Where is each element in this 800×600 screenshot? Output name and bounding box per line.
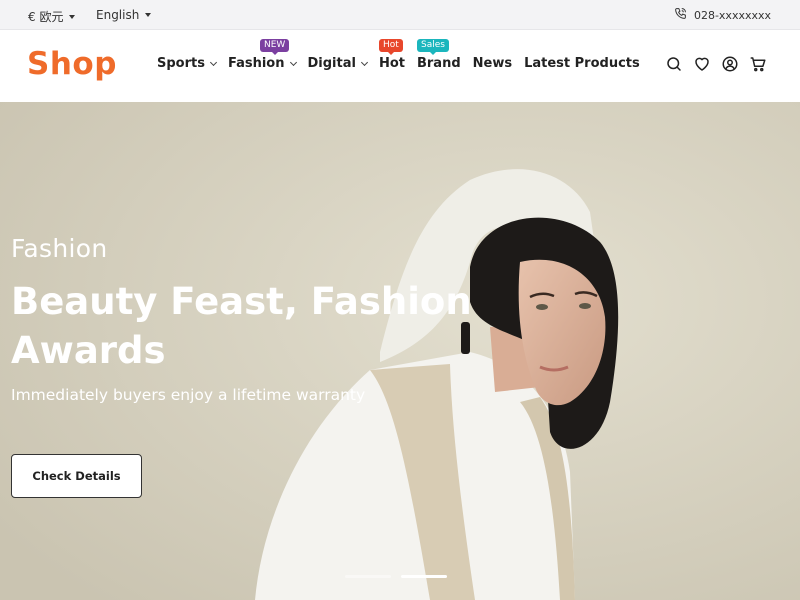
nav-item-latest-products[interactable]: Latest Products [524, 56, 640, 71]
currency-label: € 欧元 [28, 10, 64, 24]
hero-category: Fashion [11, 234, 108, 263]
header-icons [665, 55, 767, 73]
top-bar: € 欧元 English 028-xxxxxxxx [0, 0, 800, 30]
hero-banner: Fashion Beauty Feast, Fashion Awards Imm… [0, 102, 800, 600]
search-icon[interactable] [665, 55, 683, 73]
header: Shop Sports NEW Fashion Digital Hot Hot … [0, 30, 800, 102]
caret-down-icon [69, 14, 76, 19]
slider-pagination [345, 575, 447, 578]
nav-item-label: News [472, 56, 513, 71]
hero-title: Beauty Feast, Fashion Awards [11, 280, 472, 372]
slide-indicator[interactable] [345, 575, 391, 578]
nav-item-label: Digital [307, 56, 356, 71]
main-nav: Sports NEW Fashion Digital Hot Hot Sales… [157, 39, 652, 71]
hot-badge: Hot [378, 39, 403, 55]
nav-item-label: Brand [416, 56, 461, 71]
nav-item-news[interactable]: News [473, 56, 512, 71]
nav-item-sports[interactable]: Sports [157, 56, 218, 71]
nav-item-digital[interactable]: Digital [307, 56, 368, 71]
chevron-down-icon [360, 58, 368, 66]
caret-down-icon [145, 13, 152, 17]
nav-item-label: Latest Products [524, 56, 640, 71]
sales-badge: Sales [416, 39, 449, 55]
heart-icon[interactable] [693, 55, 711, 73]
language-selector[interactable]: English [96, 8, 152, 22]
chevron-down-icon [209, 58, 218, 66]
phone-contact[interactable]: 028-xxxxxxxx [674, 7, 771, 23]
slide-indicator-active[interactable] [401, 575, 447, 578]
user-icon[interactable] [721, 55, 739, 73]
nav-item-label: Hot [378, 56, 405, 71]
nav-item-label: Sports [157, 56, 205, 71]
cart-icon[interactable] [749, 55, 767, 73]
nav-item-brand[interactable]: Sales Brand [416, 39, 461, 71]
currency-selector[interactable]: € 欧元 [28, 8, 76, 25]
phone-icon [674, 7, 687, 23]
nav-item-label: Fashion [227, 56, 285, 71]
phone-number: 028-xxxxxxxx [693, 8, 771, 22]
new-badge: NEW [259, 39, 290, 55]
hero-subtitle: Immediately buyers enjoy a lifetime warr… [11, 386, 366, 404]
check-details-button[interactable]: Check Details [11, 454, 142, 498]
language-label: English [96, 8, 140, 22]
nav-item-hot[interactable]: Hot Hot [378, 39, 405, 71]
nav-item-fashion[interactable]: NEW Fashion [227, 39, 297, 71]
logo[interactable]: Shop [27, 46, 117, 82]
chevron-down-icon [289, 58, 297, 66]
